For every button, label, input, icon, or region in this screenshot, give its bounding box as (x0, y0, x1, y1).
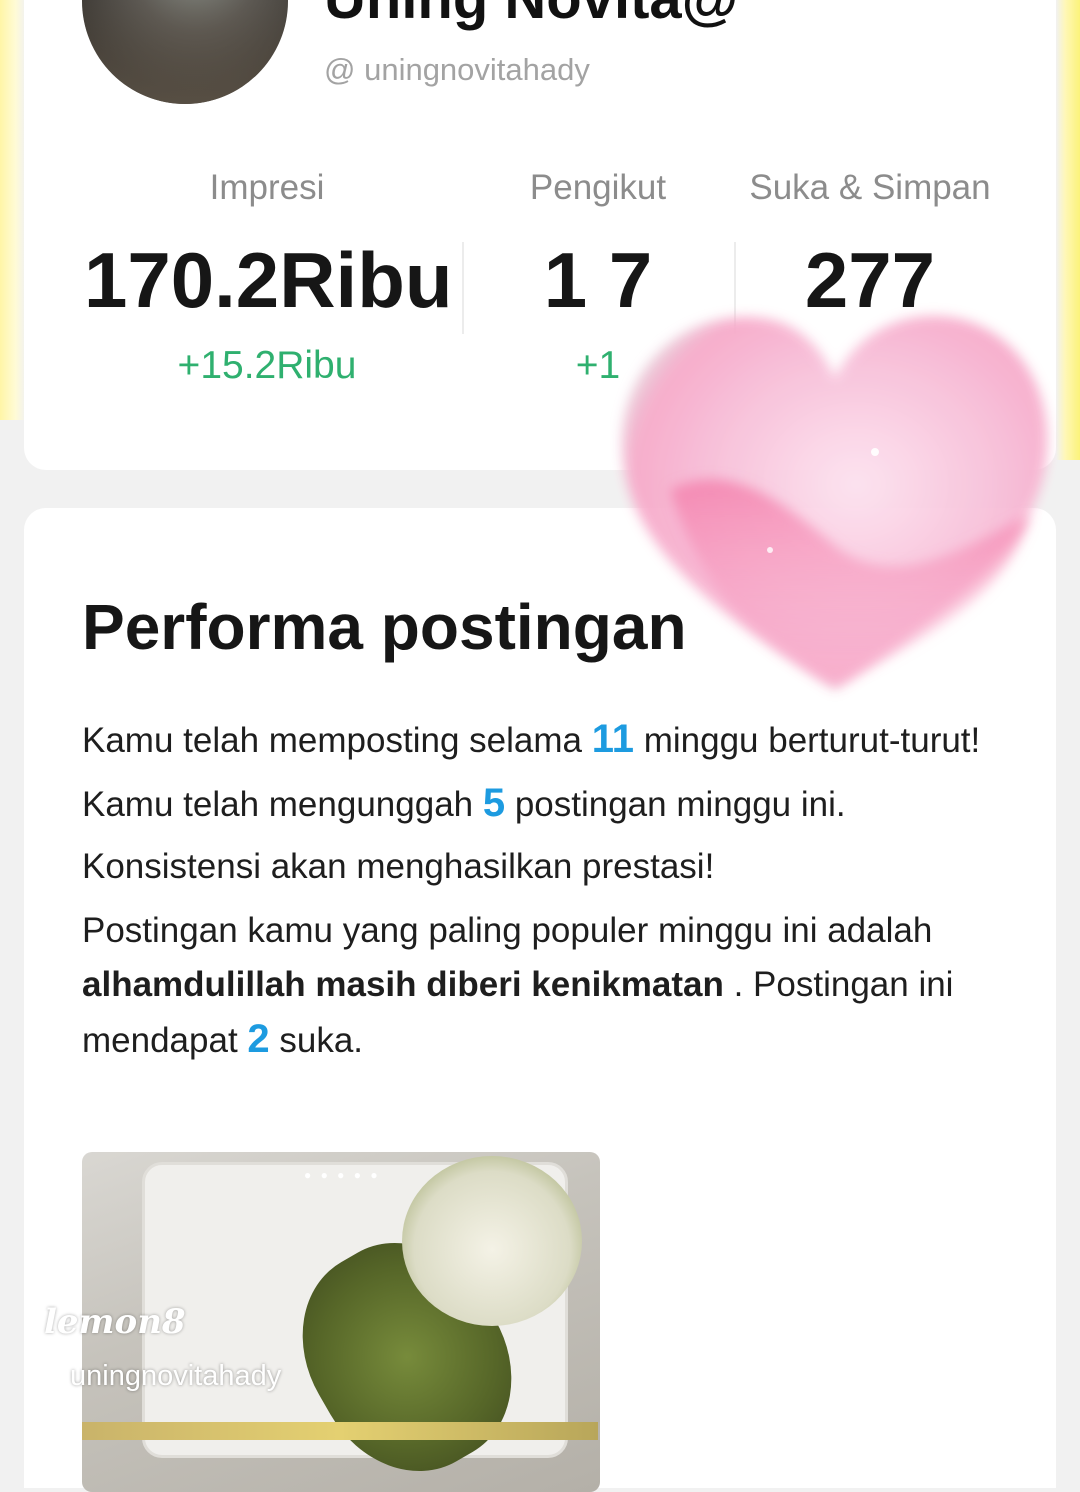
text-segment: suka. (269, 1021, 364, 1060)
stat-impressions: Impresi 170.2Ribu +15.2Ribu (84, 168, 453, 388)
text-segment: Kamu telah memposting selama (82, 721, 592, 760)
background-glow-right (1056, 0, 1080, 460)
stat-label: Impresi (209, 168, 325, 207)
text-segment: Postingan kamu yang paling populer mingg… (82, 911, 933, 950)
posts-count: 5 (482, 781, 506, 825)
profile-name: Uning Novita@ (324, 0, 738, 28)
popular-post-title[interactable]: alhamdulillah masih diberi kenikmatan (82, 965, 724, 1004)
carousel-dots: ● ● ● ● ● (304, 1168, 381, 1182)
avatar[interactable] (82, 0, 288, 104)
weeks-count: 11 (591, 717, 634, 761)
watermark-handle: uningnovitahady (70, 1360, 282, 1392)
stat-divider (462, 242, 464, 334)
stat-value: 277 (804, 236, 936, 324)
stat-followers: Pengikut 1 7 +1 (498, 168, 698, 388)
likes-count: 2 (247, 1017, 270, 1061)
background-glow-left (0, 0, 26, 420)
stat-label: Pengikut (529, 168, 667, 207)
thumbnail-caption-strip (82, 1422, 598, 1440)
stat-value: 170.2Ribu (84, 236, 453, 324)
stat-likes-saves: Suka & Simpan 277 (740, 168, 1000, 344)
streak-summary: Kamu telah memposting selama 11 minggu b… (82, 708, 1012, 898)
profile-handle: @ uningnovitahady (324, 52, 590, 87)
section-title: Performa postingan (82, 591, 687, 663)
stat-label: Suka & Simpan (749, 168, 991, 207)
lemon8-watermark-logo: lemon8 (44, 1302, 186, 1342)
stat-divider (734, 242, 736, 334)
stat-value: 1 7 (543, 236, 653, 324)
stat-delta: +1 (575, 344, 621, 387)
profile-card: Uning Novita@ @ uningnovitahady Impresi … (24, 0, 1056, 470)
food-image (402, 1156, 582, 1326)
stat-delta: +15.2Ribu (177, 344, 357, 387)
popular-post-summary: Postingan kamu yang paling populer mingg… (82, 904, 1012, 1068)
